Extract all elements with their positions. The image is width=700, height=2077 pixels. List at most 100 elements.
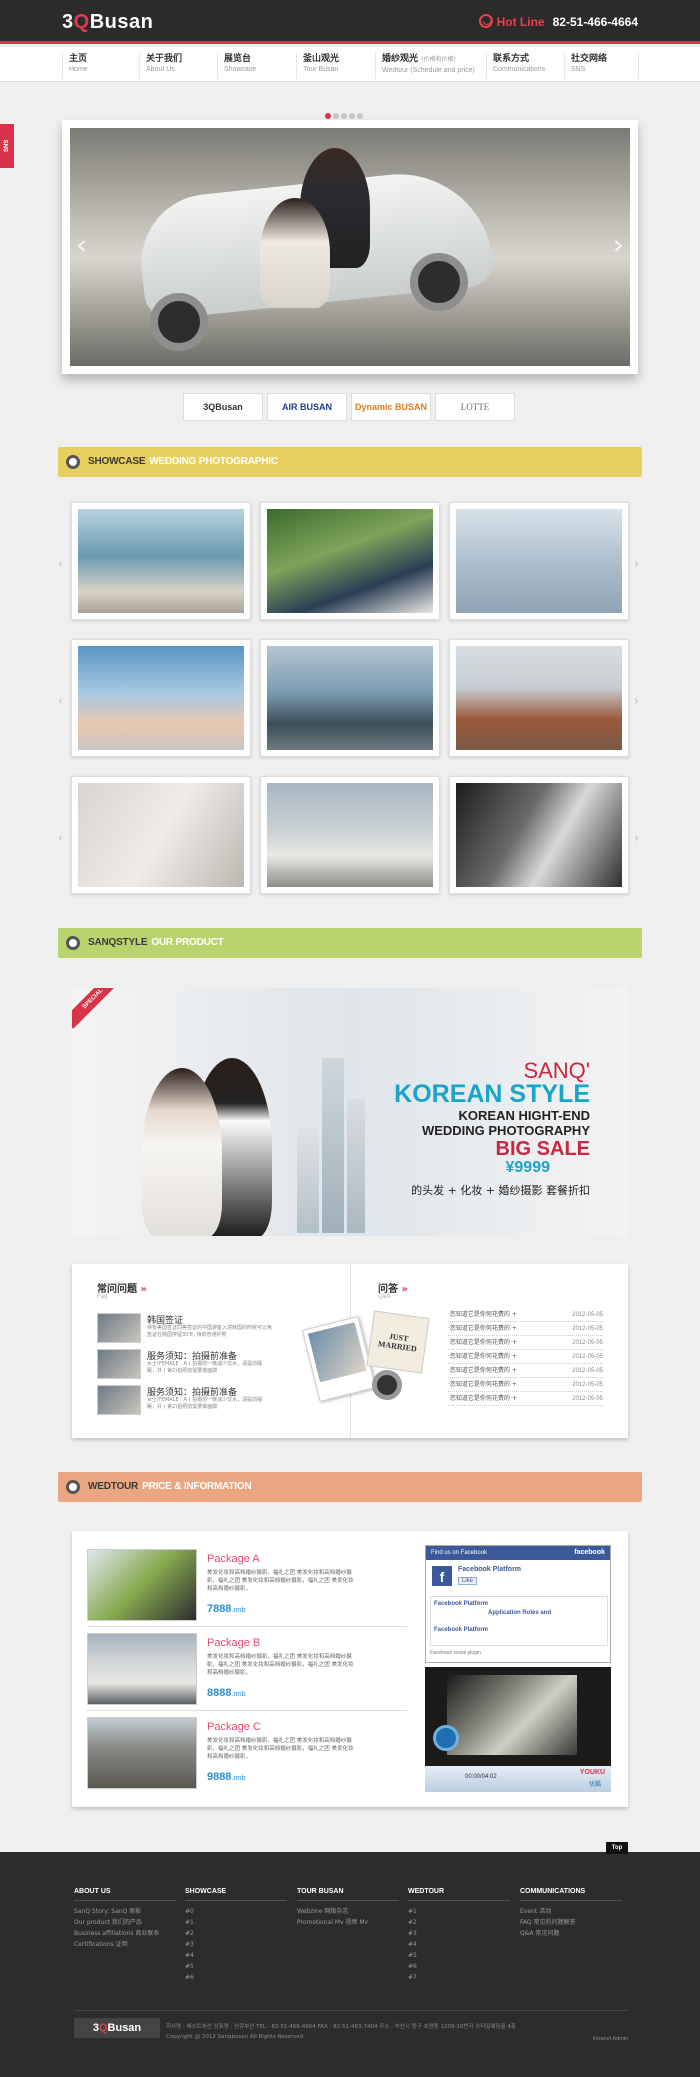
showcase-photo[interactable] xyxy=(449,776,629,894)
footer-link[interactable]: #7 xyxy=(408,1972,510,1983)
facebook-stream[interactable]: Facebook Platform Application Roles and … xyxy=(430,1596,608,1646)
footer-link[interactable]: #1 xyxy=(408,1906,510,1917)
just-married-sticker: JUST MARRIED xyxy=(366,1310,430,1374)
partner-logo[interactable]: 3QBusan xyxy=(183,393,263,421)
package-card[interactable]: Package A 美发化妆和高档婚纱摄影，福礼之团 美发化妆和高档婚纱摄影，福… xyxy=(87,1549,407,1627)
slider-dot[interactable] xyxy=(333,113,339,119)
tower-shape xyxy=(297,1128,319,1233)
showcase-photo[interactable] xyxy=(260,776,440,894)
footer-link[interactable]: #1 xyxy=(185,1917,287,1928)
footer-link[interactable]: #5 xyxy=(185,1961,287,1972)
package-photo xyxy=(87,1633,197,1705)
sale-banner[interactable]: SPECIAL SANQ' KOREAN STYLE KOREAN HIGHT-… xyxy=(72,988,628,1236)
section-bullet-icon xyxy=(66,1480,80,1494)
footer-link[interactable]: SanQ Story: SanQ 原影 xyxy=(74,1906,176,1917)
back-to-top-button[interactable]: Top xyxy=(606,1842,628,1854)
footer-link[interactable]: Certifications 证明 xyxy=(74,1939,176,1950)
sns-side-tab[interactable]: SNS xyxy=(0,124,14,168)
video-player[interactable]: 00:00/04:02 YOUKU 优酷 xyxy=(425,1667,611,1792)
showcase-photo[interactable] xyxy=(71,776,251,894)
faq-item[interactable]: 服务须知：拍摄前准备 女士(FEMALE : A ) 拍摄前一晚减少饮水，请提前睡… xyxy=(97,1349,267,1379)
facebook-page-name[interactable]: Facebook Platform xyxy=(458,1566,521,1573)
package-card[interactable]: Package B 美发化妆和高档婚纱摄影，福礼之团 美发化妆和高档婚纱摄影，福… xyxy=(87,1633,407,1711)
qa-row[interactable]: ·您知道它是你何花费的 +2012-05-05 xyxy=(448,1308,603,1322)
smile-icon xyxy=(478,14,493,28)
slider-dot[interactable] xyxy=(325,113,331,119)
faq-item[interactable]: 韩国签证 持有美国签证同等签证的中国游客入境韩国的时候可以免签证在韩国停留30天,… xyxy=(97,1313,272,1343)
partner-logo[interactable]: Dynamic BUSAN xyxy=(351,393,431,421)
hero-photo: ‹ › xyxy=(70,128,630,366)
showcase-next-icon[interactable]: › xyxy=(634,557,639,571)
footer-link[interactable]: #3 xyxy=(408,1928,510,1939)
slider-next-icon[interactable]: › xyxy=(613,228,624,261)
nav-about[interactable]: 关于我们 About Us xyxy=(139,53,221,79)
footer-link[interactable]: #4 xyxy=(408,1939,510,1950)
showcase-photo[interactable] xyxy=(449,502,629,620)
facebook-widget[interactable]: Find us on Facebook facebook f Facebook P… xyxy=(425,1545,611,1663)
nav-sns[interactable]: 社交网络 SNS xyxy=(564,53,639,79)
footer-link[interactable]: #0 xyxy=(185,1906,287,1917)
showcase-prev-icon[interactable]: ‹ xyxy=(58,831,63,845)
price-panel: Package A 美发化妆和高档婚纱摄影，福礼之团 美发化妆和高档婚纱摄影，福… xyxy=(72,1531,628,1807)
banner-line5: BIG SALE xyxy=(495,1138,590,1160)
slider-dot[interactable] xyxy=(357,113,363,119)
qa-row[interactable]: ·您知道它是你何花费的 +2012-05-05 xyxy=(448,1336,603,1350)
footer-col-showcase: SHOWCASE #0 #1 #2 #3 #4 #5 #6 xyxy=(185,1888,287,1983)
qa-row[interactable]: ·您知道它是你何花费的 +2012-05-05 xyxy=(448,1364,603,1378)
partner-logo[interactable]: LOTTE xyxy=(435,393,515,421)
section-bullet-icon xyxy=(66,455,80,469)
footer-link[interactable]: #2 xyxy=(185,1928,287,1939)
showcase-prev-icon[interactable]: ‹ xyxy=(58,557,63,571)
footer-link[interactable]: #6 xyxy=(185,1972,287,1983)
qa-row[interactable]: ·您知道它是你何花费的 +2012-05-05 xyxy=(448,1378,603,1392)
showcase-next-icon[interactable]: › xyxy=(634,831,639,845)
footer-link[interactable]: #3 xyxy=(185,1939,287,1950)
partner-logo[interactable]: AIR BUSAN xyxy=(267,393,347,421)
play-icon[interactable] xyxy=(433,1725,459,1751)
video-controls: 00:00/04:02 YOUKU 优酷 xyxy=(425,1766,611,1792)
footer-link[interactable]: Business affiliations 商业联系 xyxy=(74,1928,176,1939)
top-bar: 3QBusan Hot Line 82-51-466-4664 xyxy=(0,0,700,44)
nav-communications[interactable]: 联系方式 Communications xyxy=(486,53,564,79)
footer-link[interactable]: Event 活动 xyxy=(520,1906,622,1917)
footer-logo[interactable]: 3QBusan xyxy=(74,2018,160,2038)
footer-link[interactable]: Webzine 网络杂志 xyxy=(297,1906,399,1917)
footer-link[interactable]: Our product 我们的产品 xyxy=(74,1917,176,1928)
package-card[interactable]: Package C 美发化妆和高档婚纱摄影，福礼之团 美发化妆和高档婚纱摄影，福… xyxy=(87,1717,407,1795)
footer-link[interactable]: Q&A 常见问题 xyxy=(520,1928,622,1939)
showcase-photo[interactable] xyxy=(71,639,251,757)
footer-link[interactable]: #4 xyxy=(185,1950,287,1961)
slider-prev-icon[interactable]: ‹ xyxy=(76,228,87,261)
showcase-next-icon[interactable]: › xyxy=(634,694,639,708)
qa-row[interactable]: ·您知道它是你何花费的 +2012-05-05 xyxy=(448,1350,603,1364)
footer-link[interactable]: #2 xyxy=(408,1917,510,1928)
qa-row[interactable]: ·您知道它是你何花费的 +2012-05-05 xyxy=(448,1322,603,1336)
facebook-like-button[interactable]: Like xyxy=(458,1577,478,1585)
nav-home[interactable]: 主页 Home xyxy=(62,53,144,79)
showcase-photo[interactable] xyxy=(260,502,440,620)
footer-link[interactable]: #5 xyxy=(408,1950,510,1961)
slider-dot[interactable] xyxy=(341,113,347,119)
qa-title: 问答 » xyxy=(378,1284,408,1295)
nav-wedtour[interactable]: 婚纱观光 (价格和价格) Wedtour (Schedule and price) xyxy=(375,53,485,79)
showcase-photo[interactable] xyxy=(449,639,629,757)
nav-showcase[interactable]: 展览台 Showcase xyxy=(217,53,299,79)
faq-thumb xyxy=(97,1349,141,1379)
slider-dot[interactable] xyxy=(349,113,355,119)
site-logo[interactable]: 3QBusan xyxy=(62,11,153,34)
footer-link[interactable]: #6 xyxy=(408,1961,510,1972)
video-frame xyxy=(447,1675,577,1755)
hero-slider: ‹ › xyxy=(62,120,638,374)
showcase-section-bar: SHOWCASE WEDDING PHOTOGRAPHIC xyxy=(58,447,642,477)
footer-link[interactable]: FAQ 常见的问题解答 xyxy=(520,1917,622,1928)
footer-admin-links[interactable]: Intranet Admin xyxy=(593,2036,628,2042)
showcase-prev-icon[interactable]: ‹ xyxy=(58,694,63,708)
faq-item[interactable]: 服务须知：拍摄前准备 女士(FEMALE : A ) 拍摄前一晚减少饮水，请提前睡… xyxy=(97,1385,267,1415)
footer-col-tour: TOUR BUSAN Webzine 网络杂志 Promotional Mv 视… xyxy=(297,1888,399,1928)
showcase-photo[interactable] xyxy=(260,639,440,757)
footer-link[interactable]: Promotional Mv 视频 Mv xyxy=(297,1917,399,1928)
nav-tour-busan[interactable]: 釜山观光 Tour Busan xyxy=(296,53,378,79)
showcase-photo[interactable] xyxy=(71,502,251,620)
faq-thumb xyxy=(97,1385,141,1415)
qa-row[interactable]: ·您知道它是你何花费的 +2012-05-05 xyxy=(448,1392,603,1406)
